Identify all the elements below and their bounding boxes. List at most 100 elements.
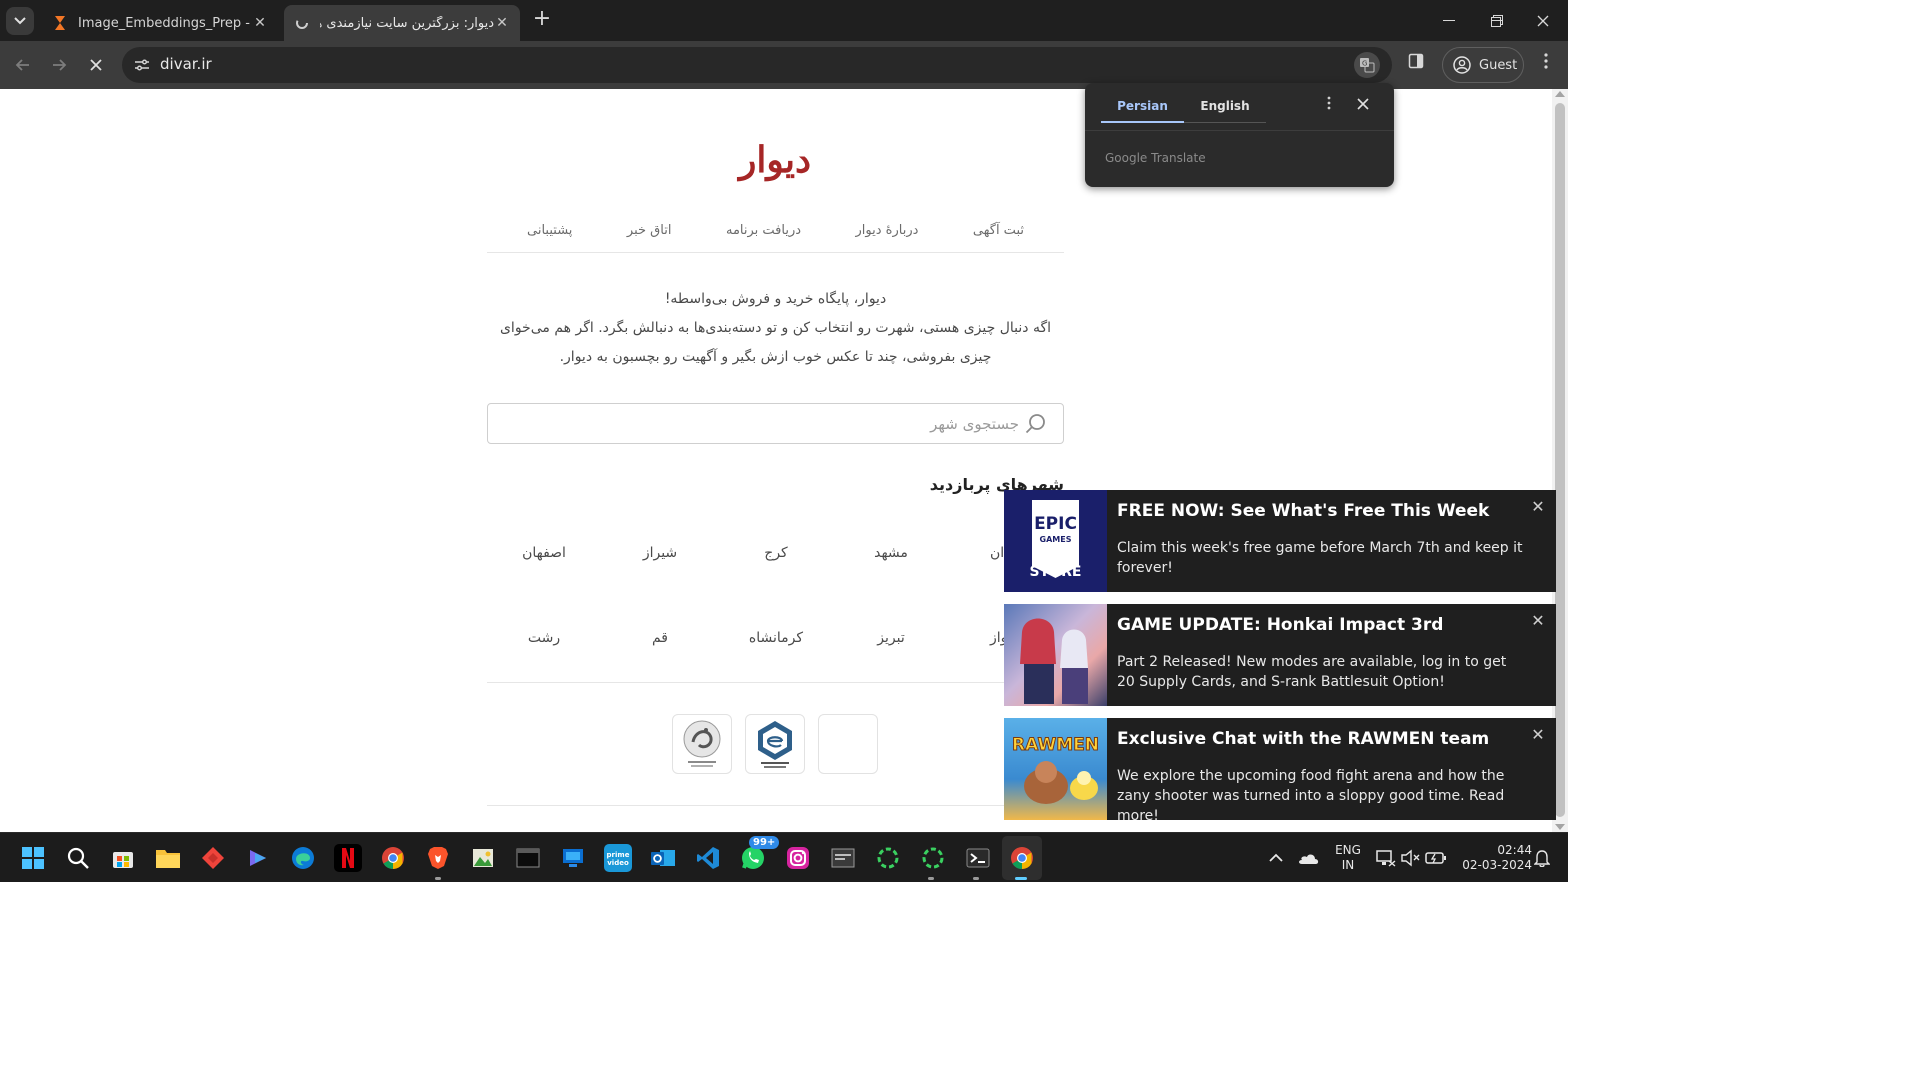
- translate-separator: [1085, 130, 1394, 131]
- address-bar[interactable]: divar.ir G: [122, 47, 1392, 83]
- translate-options-button[interactable]: [1319, 95, 1339, 119]
- minimize-button[interactable]: [1426, 0, 1472, 41]
- clock-date: 02-03-2024: [1462, 858, 1532, 872]
- city-search-input[interactable]: [519, 410, 1019, 438]
- photo-editor-icon[interactable]: [469, 844, 497, 872]
- restore-button[interactable]: [1474, 0, 1520, 41]
- whatsapp-icon[interactable]: 99+: [739, 836, 780, 872]
- loading-app-icon-1[interactable]: [874, 844, 902, 872]
- notification-honkai-update[interactable]: GAME UPDATE: Honkai Impact 3rd Part 2 Re…: [1004, 604, 1556, 706]
- clock[interactable]: 02:44 02-03-2024: [1452, 843, 1532, 873]
- notification-close-icon[interactable]: ✕: [1529, 612, 1547, 630]
- chrome-menu-button[interactable]: [1536, 53, 1556, 77]
- trust-badge-placeholder[interactable]: [818, 714, 878, 774]
- city-link[interactable]: کرج: [726, 545, 826, 561]
- enamad-badge[interactable]: [745, 714, 805, 774]
- vscode-icon[interactable]: [694, 844, 722, 872]
- virtual-machine-icon[interactable]: [829, 844, 857, 872]
- city-link[interactable]: اصفهان: [494, 545, 594, 561]
- tab-divar[interactable]: دیوار: بزرگترین سایت نیازمندی های ✕: [284, 5, 520, 41]
- svg-text:G: G: [1362, 60, 1367, 68]
- chrome-active-icon[interactable]: [1008, 844, 1036, 872]
- notification-close-icon[interactable]: ✕: [1529, 498, 1547, 516]
- rawmen-artwork: RAWMEN: [1004, 718, 1107, 820]
- loading-app-icon-2[interactable]: [919, 844, 947, 872]
- scrollbar-thumb[interactable]: [1555, 103, 1565, 817]
- site-info-icon[interactable]: [130, 53, 154, 77]
- notification-center-button[interactable]: [1528, 844, 1556, 872]
- url-text[interactable]: divar.ir: [160, 55, 212, 73]
- city-link[interactable]: شیراز: [610, 545, 710, 561]
- instagram-icon[interactable]: [784, 844, 812, 872]
- scroll-down-arrow-icon[interactable]: [1555, 824, 1565, 830]
- translate-icon[interactable]: G: [1354, 52, 1380, 78]
- translate-close-button[interactable]: [1353, 95, 1373, 119]
- edge-icon[interactable]: [289, 844, 317, 872]
- tab-title: Image_Embeddings_Prep - Jupy: [78, 15, 252, 31]
- terminal-icon[interactable]: [514, 844, 542, 872]
- anydesk-icon[interactable]: [199, 844, 227, 872]
- show-hidden-icons-button[interactable]: [1262, 844, 1290, 872]
- new-tab-button[interactable]: +: [530, 8, 554, 32]
- input-language-indicator[interactable]: ENG IN: [1330, 843, 1366, 873]
- intro-line-2: اگه دنبال چیزی هستی، شهرت رو انتخاب کن و…: [499, 320, 1052, 365]
- language-code: ENG: [1335, 843, 1361, 857]
- tab-jupyter[interactable]: Image_Embeddings_Prep - Jupy ✕: [42, 5, 278, 41]
- volume-muted-icon[interactable]: [1397, 844, 1425, 872]
- stop-loading-button[interactable]: [82, 51, 110, 79]
- network-icon[interactable]: [1372, 844, 1400, 872]
- intro-line-1: دیوار، پایگاه خرید و فروش بی‌واسطه!: [664, 291, 887, 307]
- windows-logo-icon: [22, 847, 44, 869]
- running-indicator: [973, 877, 979, 880]
- microsoft-store-icon[interactable]: [109, 844, 137, 872]
- back-button[interactable]: [9, 51, 37, 79]
- scroll-up-arrow-icon[interactable]: [1555, 91, 1565, 97]
- netflix-icon[interactable]: [334, 844, 362, 872]
- notification-close-icon[interactable]: ✕: [1529, 726, 1547, 744]
- forward-button[interactable]: [45, 51, 73, 79]
- search-icon: [1025, 414, 1045, 434]
- thumb-text-mid: GAMES: [1040, 535, 1072, 544]
- profile-button[interactable]: Guest: [1442, 47, 1524, 83]
- brave-icon[interactable]: [424, 844, 452, 872]
- side-panel-button[interactable]: [1408, 53, 1432, 77]
- city-search-box[interactable]: [487, 403, 1064, 444]
- source-language-tab[interactable]: Persian: [1101, 91, 1184, 123]
- thumb-text-top: EPIC: [1034, 514, 1077, 534]
- nav-post-ad[interactable]: ثبت آگهی: [973, 217, 1024, 252]
- samandehi-badge[interactable]: [672, 714, 732, 774]
- tab-search-button[interactable]: [6, 7, 34, 35]
- prime-video-icon[interactable]: prime video: [604, 844, 632, 872]
- arrow-right-icon: [53, 59, 67, 71]
- divar-logo[interactable]: دیوار: [720, 139, 830, 181]
- search-button[interactable]: [64, 844, 92, 872]
- whatsapp-badge: 99+: [749, 836, 780, 849]
- city-link[interactable]: رشت: [494, 630, 594, 646]
- powershell-icon[interactable]: [964, 844, 992, 872]
- notification-epic-free-games[interactable]: EPIC GAMES STORE FREE NOW: See What's Fr…: [1004, 490, 1556, 592]
- nav-download-app[interactable]: دریافت برنامه: [726, 217, 801, 252]
- svg-text:prime: prime: [607, 851, 630, 859]
- nav-newsroom[interactable]: اتاق خبر: [627, 217, 672, 252]
- city-link[interactable]: قم: [610, 630, 710, 646]
- close-tab-icon[interactable]: ✕: [494, 15, 510, 31]
- file-explorer-icon[interactable]: [154, 844, 182, 872]
- close-tab-icon[interactable]: ✕: [252, 15, 268, 31]
- city-link[interactable]: مشهد: [841, 545, 941, 561]
- outlook-icon[interactable]: [649, 844, 677, 872]
- remote-desktop-icon[interactable]: [559, 844, 587, 872]
- chrome-icon[interactable]: [379, 844, 407, 872]
- arrow-left-icon: [15, 59, 29, 71]
- notification-rawmen-chat[interactable]: RAWMEN Exclusive Chat with the RAWMEN te…: [1004, 718, 1556, 824]
- copilot-icon[interactable]: [244, 844, 272, 872]
- onedrive-icon[interactable]: [1294, 844, 1322, 872]
- nav-about[interactable]: دربارهٔ دیوار: [856, 217, 919, 252]
- target-language-tab[interactable]: English: [1184, 91, 1266, 123]
- nav-support[interactable]: پشتیبانی: [527, 217, 572, 252]
- battery-icon[interactable]: [1422, 844, 1450, 872]
- enamad-seal-icon: [758, 721, 792, 768]
- city-link[interactable]: تبریز: [841, 630, 941, 646]
- city-link[interactable]: کرمانشاه: [726, 630, 826, 646]
- close-window-button[interactable]: [1520, 0, 1566, 41]
- start-button[interactable]: [19, 844, 47, 872]
